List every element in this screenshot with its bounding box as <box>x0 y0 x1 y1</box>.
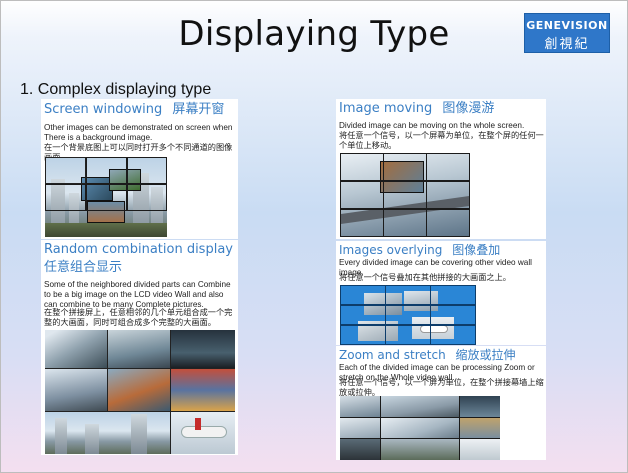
screen-windowing-image <box>45 157 167 237</box>
heading-en: Zoom and stretch <box>339 348 446 362</box>
section-subtitle: 1. Complex displaying type <box>20 81 212 98</box>
logo-text: GENEVISION <box>526 19 608 32</box>
random-combination-heading-cn: 任意组合显示 <box>44 260 123 275</box>
image-moving-desc-cn: 将任意一个信号，以一个屏幕为单位，在整个屏的任何一个单位上移动。 <box>339 131 544 150</box>
heading-cn: 图像叠加 <box>452 243 501 257</box>
heading-en: Image moving <box>339 101 433 116</box>
image-moving-panel: Image moving 图像漫游 Divided image can be m… <box>336 99 546 239</box>
random-combination-desc-en: Some of the neighbored divided parts can… <box>44 280 231 309</box>
random-combination-desc-cn: 在整个拼接屏上，任意相邻的几个单元组合成一个完整的大画面，同时可组合成多个完整的… <box>44 308 233 327</box>
heading-en: Screen windowing <box>44 102 163 117</box>
logo-cn-text: 創視紀 <box>544 37 590 52</box>
screen-windowing-heading: Screen windowing 屏幕开窗 <box>44 102 224 118</box>
genevision-logo: GENEVISION 創視紀 <box>524 13 610 53</box>
heading-cn: 缩放或拉伸 <box>455 348 516 362</box>
zoom-stretch-panel: Zoom and stretch 缩放或拉伸 Each of the divid… <box>336 346 546 460</box>
zoom-stretch-desc-cn: 将任意一个信号，以一个屏为单位，在整个拼接幕墙上缩放或拉伸。 <box>339 378 544 397</box>
images-overlying-panel: Images overlying 图像叠加 Every divided imag… <box>336 241 546 345</box>
image-moving-desc-en: Divided image can be moving on the whole… <box>339 121 525 130</box>
heading-cn: 屏幕开窗 <box>172 102 225 117</box>
screen-windowing-desc-en: Other images can be demonstrated on scre… <box>44 123 233 142</box>
random-combination-image <box>45 330 235 454</box>
random-combination-panel: Random combination display 任意组合显示 Some o… <box>41 240 238 455</box>
random-combination-heading-en: Random combination display <box>44 242 233 257</box>
zoom-stretch-image <box>340 396 500 460</box>
heading-en: Images overlying <box>339 243 443 257</box>
images-overlying-image <box>340 285 476 345</box>
images-overlying-heading: Images overlying 图像叠加 <box>339 242 500 258</box>
heading-cn: 图像漫游 <box>442 101 495 116</box>
zoom-stretch-heading: Zoom and stretch 缩放或拉伸 <box>339 347 516 363</box>
image-moving-image <box>340 153 470 237</box>
image-moving-heading: Image moving 图像漫游 <box>339 101 494 117</box>
screen-windowing-panel: Screen windowing 屏幕开窗 Other images can b… <box>41 99 238 239</box>
images-overlying-desc-cn: 将任意一个信号叠加在其他拼接的大画面之上。 <box>339 273 511 282</box>
